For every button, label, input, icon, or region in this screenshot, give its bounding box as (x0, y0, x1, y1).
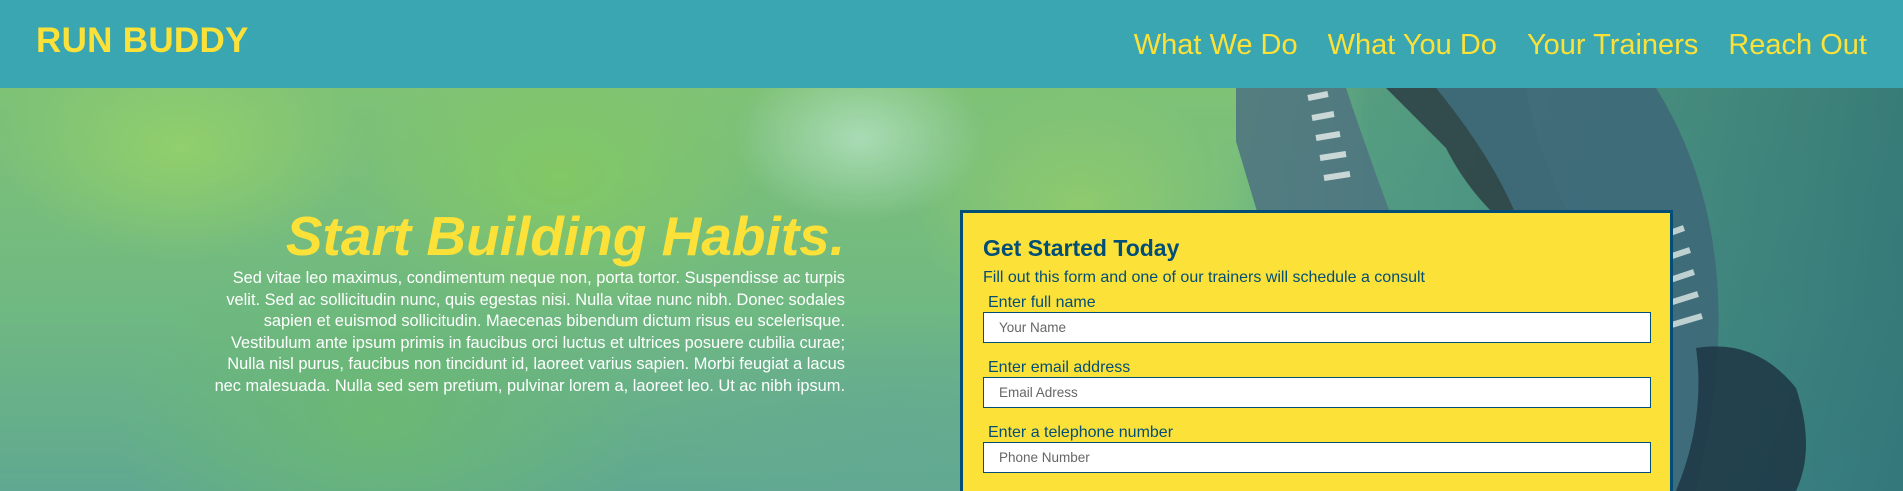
hero-body-text: Sed vitae leo maximus, condimentum neque… (214, 269, 845, 395)
hero-title: Start Building Habits. (285, 205, 845, 267)
full-name-label: Enter full name (988, 294, 1096, 311)
email-label: Enter email address (988, 359, 1131, 376)
full-name-input[interactable] (983, 312, 1651, 343)
site-logo[interactable]: RUN BUDDY (36, 21, 249, 61)
site-header: RUN BUDDY What We Do What You Do Your Tr… (0, 0, 1903, 88)
get-started-form: Get Started Today Fill out this form and… (960, 210, 1673, 491)
nav-link-your-trainers[interactable]: Your Trainers (1527, 29, 1698, 62)
form-subtitle: Fill out this form and one of our traine… (983, 269, 1425, 286)
nav-link-reach-out[interactable]: Reach Out (1728, 29, 1867, 62)
form-title: Get Started Today (983, 235, 1180, 261)
main-nav: What We Do What You Do Your Trainers Rea… (1104, 29, 1867, 62)
nav-link-what-you-do[interactable]: What You Do (1328, 29, 1497, 62)
email-input[interactable] (983, 377, 1651, 408)
phone-input[interactable] (983, 442, 1651, 473)
nav-link-what-we-do[interactable]: What We Do (1134, 29, 1298, 62)
phone-label: Enter a telephone number (988, 424, 1174, 441)
